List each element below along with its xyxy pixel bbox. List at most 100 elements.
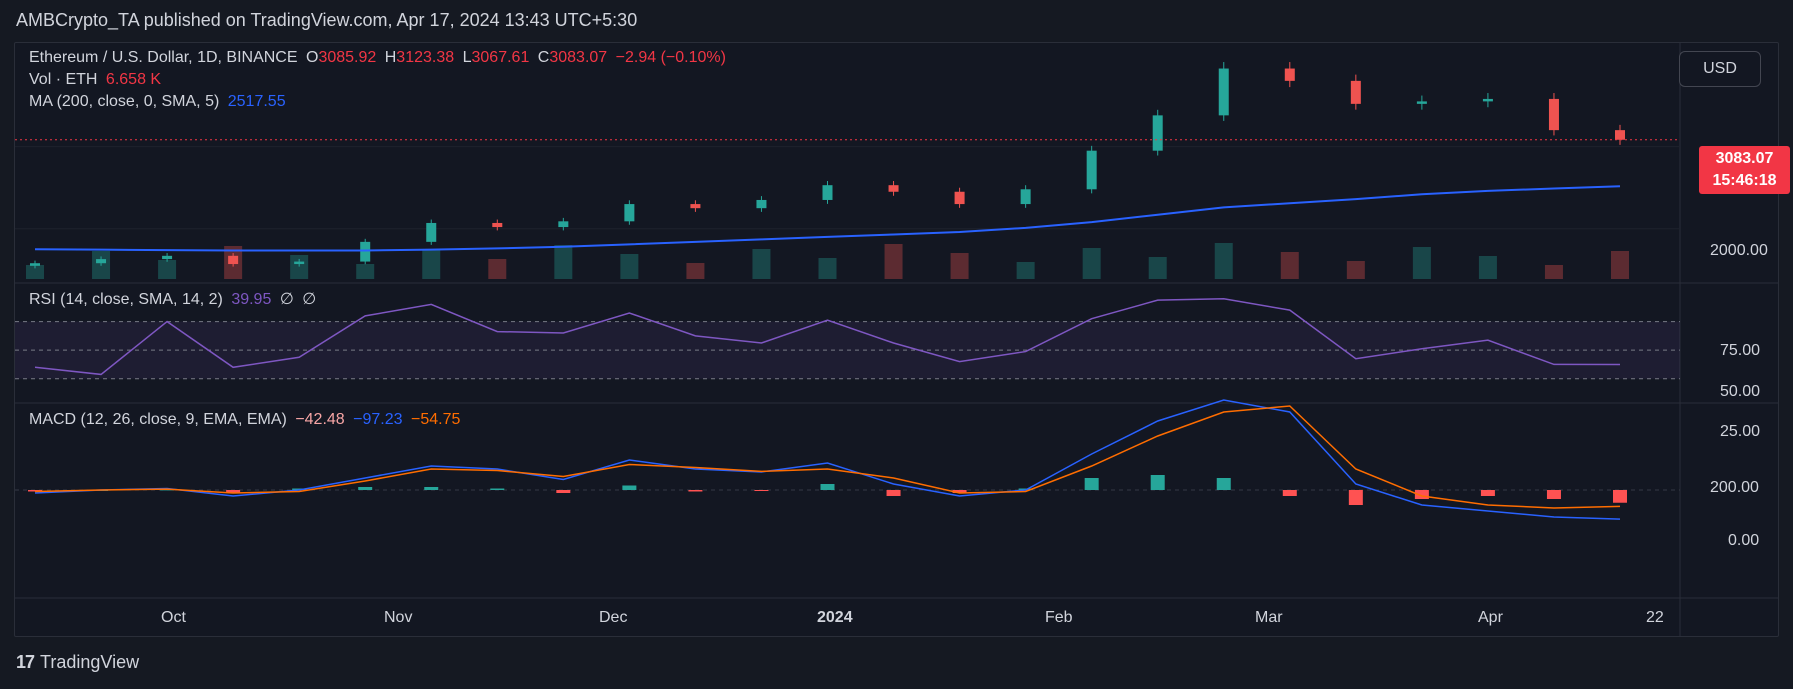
candle-body [1284,68,1295,81]
volume-bar [1611,251,1629,279]
volume-bar [1478,256,1497,279]
ma-legend: MA (200, close, 0, SMA, 5) 2517.55 [29,93,290,111]
candle-body [228,255,239,265]
low-value: 3067.61 [471,49,530,66]
volume-bar [1148,257,1167,279]
volume-bar [620,254,639,279]
time-tick-dec: Dec [599,609,628,626]
candle-body [558,221,569,228]
time-tick-oct: Oct [161,609,186,626]
time-tick-22: 22 [1646,609,1664,626]
symbol-title: Ethereum / U.S. Dollar, 1D, BINANCE [29,49,298,66]
time-tick-apr: Apr [1478,609,1503,626]
volume-bar [554,245,573,279]
candle-body [426,222,437,242]
chart-frame[interactable]: Ethereum / U.S. Dollar, 1D, BINANCE O308… [14,42,1790,637]
candle-body [1218,68,1229,116]
volume-bar [752,249,771,279]
candle-body [1086,150,1097,190]
macd-hist-value: −42.48 [295,411,345,428]
macd-histogram-bar [886,490,901,496]
candle-body [888,185,899,192]
volume-label: Vol · ETH [29,71,98,88]
volume-bar [818,258,837,279]
time-tick-nov: Nov [384,609,413,626]
publisher-line: AMBCrypto_TA published on TradingView.co… [16,10,638,30]
close-label: C [537,49,550,66]
macd-histogram-bar [358,487,373,490]
candle-body [1482,98,1493,102]
candle-body [1615,130,1625,140]
macd-histogram-bar [1546,490,1561,499]
macd-histogram-bar [1150,475,1165,490]
close-value: 3083.07 [549,49,608,66]
macd-histogram-bar [556,490,571,493]
volume-bar [1412,247,1431,279]
macd-histogram-bar [754,490,769,491]
rsi-value: 39.95 [231,291,272,308]
rsi-axis-tick-75: 75.00 [1720,342,1761,359]
tradingview-brand[interactable]: 17 TradingView [16,652,139,673]
rsi-axis-tick-25: 25.00 [1720,423,1761,440]
time-tick-2024: 2024 [817,609,853,626]
volume-legend: Vol · ETH 6.658 K [29,71,165,89]
volume-value: 6.658 K [105,71,162,88]
macd-axis-tick-200: 200.00 [1710,479,1759,496]
high-value: 3123.38 [396,49,455,66]
currency-button[interactable]: USD [1679,51,1761,87]
macd-histogram-bar [490,488,505,490]
ma-value: 2517.55 [227,93,286,110]
volume-bar [488,259,507,279]
candle-body [822,185,833,200]
candle-body [360,241,371,262]
volume-bar [158,260,177,279]
time-tick-feb: Feb [1045,609,1073,626]
rsi-label: RSI (14, close, SMA, 14, 2) [29,291,223,308]
macd-signal-value: −54.75 [411,411,461,428]
candle-body [1548,98,1559,131]
volume-bar [422,250,441,279]
volume-bar [950,253,969,279]
volume-bar [1346,261,1365,279]
rsi-na-1: ∅ [279,291,294,308]
time-tick-mar: Mar [1255,609,1283,626]
macd-histogram-bar [1613,490,1627,503]
volume-bar [1016,262,1035,279]
macd-legend: MACD (12, 26, close, 9, EMA, EMA) −42.48… [29,411,464,429]
volume-bar [290,255,309,279]
volume-bar [1280,252,1299,279]
macd-line-value: −97.23 [353,411,403,428]
price-axis-tick: 2000.00 [1710,242,1768,259]
rsi-legend: RSI (14, close, SMA, 14, 2) 39.95 ∅ ∅ [29,289,320,309]
rsi-na-2: ∅ [302,291,317,308]
candle-body [954,191,965,205]
candle-body [492,222,503,228]
volume-bar [1082,248,1101,279]
candle-body [294,261,305,265]
candle-body [96,259,107,264]
candle-body [756,199,767,209]
bar-countdown: 15:46:18 [1712,172,1777,189]
macd-label: MACD (12, 26, close, 9, EMA, EMA) [29,411,287,428]
rsi-axis-tick-50: 50.00 [1720,383,1761,400]
volume-bar [1544,265,1563,279]
chart-canvas[interactable] [15,43,1778,636]
high-label: H [384,49,397,66]
last-price-tag: 3083.07 15:46:18 [1699,146,1790,194]
ma-label: MA (200, close, 0, SMA, 5) [29,93,220,110]
change-value: −2.94 (−0.10%) [615,49,726,66]
open-label: O [305,49,319,66]
macd-histogram-bar [1216,478,1231,490]
candle-body [1416,101,1427,104]
candle-body [1020,189,1031,205]
candle-body [1350,80,1361,104]
volume-bar [1214,243,1233,279]
macd-histogram-bar [424,487,439,490]
macd-histogram-bar [688,490,703,492]
candle-body [1152,115,1163,151]
open-value: 3085.92 [318,49,377,66]
macd-histogram-bar [820,484,835,490]
volume-bar [356,264,375,279]
macd-histogram-bar [1084,478,1099,490]
macd-histogram-bar [1480,490,1495,496]
